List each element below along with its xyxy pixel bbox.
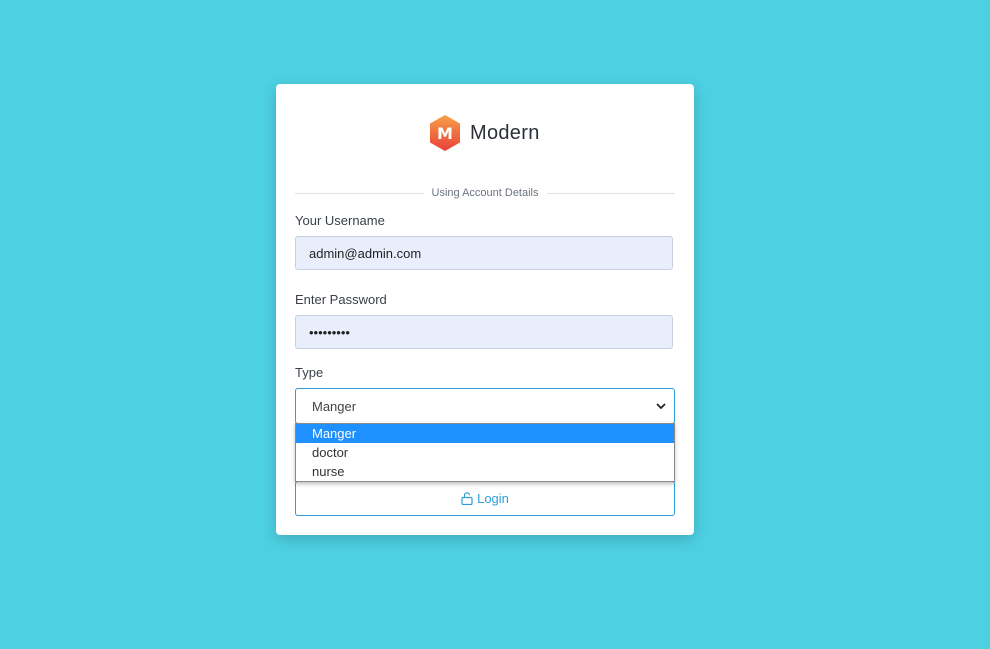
type-option-manger[interactable]: Manger <box>296 424 674 443</box>
brand-name: Modern <box>470 121 540 144</box>
type-select[interactable]: Manger <box>295 388 675 424</box>
unlock-icon <box>461 492 473 505</box>
divider-line-left <box>295 192 424 194</box>
chevron-down-icon <box>656 402 666 410</box>
login-label: Login <box>477 491 509 506</box>
username-input[interactable] <box>295 236 673 270</box>
brand-logo: M Modern <box>428 114 540 152</box>
type-label: Type <box>295 365 324 380</box>
section-label: Using Account Details <box>431 187 539 199</box>
login-button[interactable]: Login <box>295 481 675 516</box>
username-label: Your Username <box>295 213 385 228</box>
password-label: Enter Password <box>295 292 387 307</box>
hexagon-m-logo-icon: M <box>430 115 460 151</box>
type-option-nurse[interactable]: nurse <box>296 462 674 481</box>
type-selected-value: Manger <box>312 398 357 414</box>
divider-line-right <box>546 192 675 194</box>
section-divider: Using Account Details <box>295 186 675 200</box>
logo-letter: M <box>437 124 453 143</box>
type-dropdown-list: Manger doctor nurse <box>295 423 675 482</box>
type-option-doctor[interactable]: doctor <box>296 443 674 462</box>
password-input[interactable] <box>295 315 673 349</box>
